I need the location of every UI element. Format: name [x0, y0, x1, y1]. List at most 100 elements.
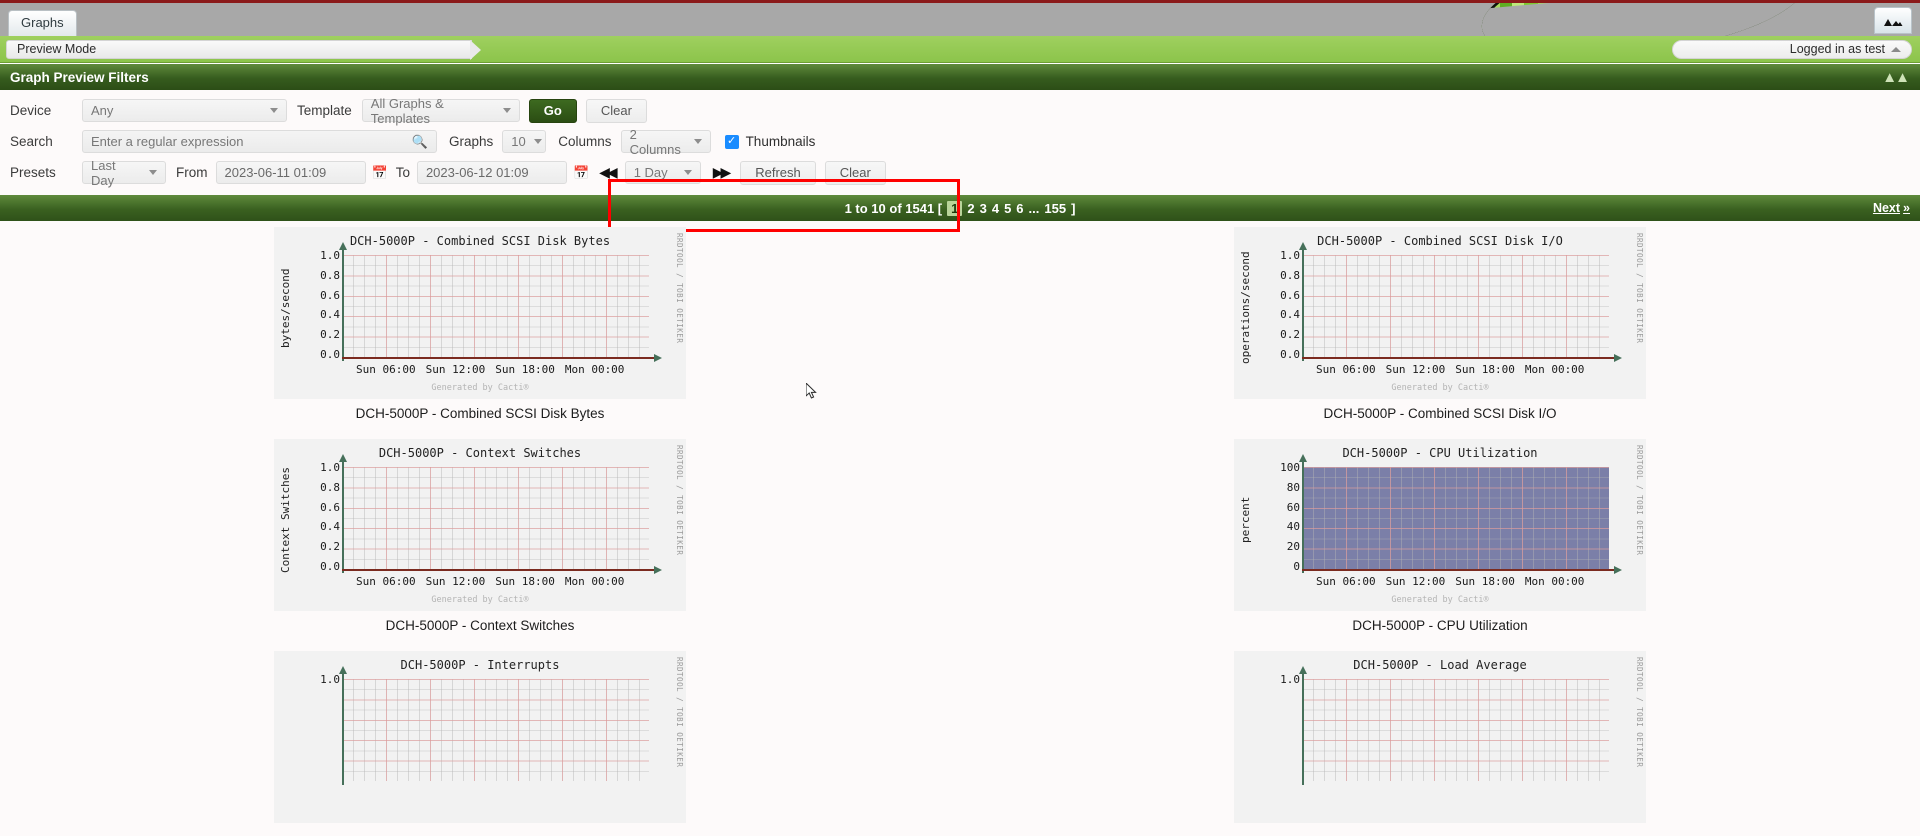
- graph-image-interrupts[interactable]: DCH-5000P - Interrupts RRDTOOL / TOBI OE…: [274, 651, 686, 823]
- graph-row: DCH-5000P - Interrupts RRDTOOL / TOBI OE…: [0, 651, 1920, 823]
- refresh-button[interactable]: Refresh: [740, 160, 816, 185]
- shift-forward-icon[interactable]: ▶▶: [709, 164, 733, 181]
- x-tick: Mon 00:00: [564, 575, 625, 588]
- y-tick: 0.4: [1280, 308, 1300, 322]
- thumbnails-checkbox[interactable]: ✓: [724, 134, 739, 149]
- x-tick: Sun 18:00: [495, 363, 555, 376]
- user-menu[interactable]: Logged in as test: [1672, 39, 1912, 59]
- from-label: From: [176, 165, 208, 180]
- graphs-count-label: Graphs: [449, 134, 494, 149]
- x-tick: Mon 00:00: [564, 363, 625, 376]
- y-tick: 0.0: [320, 559, 340, 573]
- graph-gridlines: [342, 467, 649, 569]
- go-button[interactable]: Go: [528, 98, 577, 123]
- page-link-current[interactable]: 1: [947, 200, 963, 216]
- pagination-close-bracket: ]: [1071, 200, 1076, 216]
- page-link-6[interactable]: 6: [1016, 201, 1023, 216]
- page-link-2[interactable]: 2: [967, 201, 974, 216]
- search-input[interactable]: Enter a regular expression 🔍: [82, 130, 437, 153]
- rrdtool-watermark: RRDTOOL / TOBI OETIKER: [1635, 657, 1644, 768]
- calendar-icon[interactable]: 📅: [372, 165, 388, 181]
- columns-select[interactable]: 2 Columns: [620, 127, 711, 157]
- device-select[interactable]: Any: [82, 99, 287, 122]
- filters-panel-title: Graph Preview Filters: [10, 69, 149, 85]
- template-select-value: All Graphs & Templates: [370, 95, 444, 126]
- page-link-last[interactable]: 155: [1044, 201, 1066, 216]
- graph-caption[interactable]: DCH-5000P - CPU Utilization: [1352, 618, 1527, 633]
- shift-back-icon[interactable]: ◀◀: [595, 164, 619, 181]
- graph-gridlines: [1302, 467, 1609, 569]
- graph-y-axis: [339, 666, 347, 785]
- filters-body: Device Any Template All Graphs & Templat…: [0, 90, 1920, 195]
- graph-y-axis: [339, 242, 347, 361]
- search-input-placeholder: Enter a regular expression: [91, 134, 244, 149]
- graph-y-axis-label: Context Switches: [279, 467, 292, 573]
- graph-image-context-switches[interactable]: DCH-5000P - Context Switches RRDTOOL / T…: [274, 439, 686, 611]
- x-tick: Sun 06:00: [356, 363, 416, 376]
- graph-title: DCH-5000P - Combined SCSI Disk Bytes: [349, 234, 611, 248]
- graph-x-ticks: Sun 06:00 Sun 12:00 Sun 18:00 Mon 00:00: [342, 575, 654, 588]
- filter-row-device: Device Any Template All Graphs & Templat…: [10, 95, 1910, 126]
- tab-bar: Graphs: [0, 3, 1920, 36]
- graph-y-axis-label: percent: [1239, 496, 1252, 544]
- graph-grid: DCH-5000P - Combined SCSI Disk Bytes RRD…: [0, 221, 1920, 823]
- collapse-panel-icon[interactable]: ▲▲: [1882, 69, 1910, 86]
- graph-x-axis: [342, 354, 662, 362]
- graph-image-cpu-utilization[interactable]: DCH-5000P - CPU Utilization RRDTOOL / TO…: [1234, 439, 1646, 611]
- clear-dates-button[interactable]: Clear: [824, 160, 886, 185]
- graph-cell: DCH-5000P - Context Switches RRDTOOL / T…: [0, 439, 960, 651]
- graphs-count-select[interactable]: 10: [502, 130, 547, 153]
- search-icon[interactable]: 🔍: [412, 134, 428, 150]
- y-tick: 0.8: [1280, 268, 1300, 282]
- chevron-down-icon: [533, 139, 542, 144]
- graph-image-disk-bytes[interactable]: DCH-5000P - Combined SCSI Disk Bytes RRD…: [274, 227, 686, 399]
- y-tick: 1.0: [1280, 673, 1300, 686]
- rrdtool-watermark: RRDTOOL / TOBI OETIKER: [1635, 233, 1644, 344]
- page-link-4[interactable]: 4: [992, 201, 999, 216]
- search-label: Search: [10, 134, 53, 149]
- next-page-link[interactable]: Next »: [1873, 201, 1910, 215]
- graph-view-icon[interactable]: [1874, 7, 1912, 34]
- graph-x-axis: [1302, 566, 1622, 574]
- y-tick: 100: [1280, 461, 1300, 474]
- graph-footer-credit: Generated by Cacti®: [1391, 383, 1489, 393]
- y-tick: 0.4: [320, 520, 340, 534]
- x-tick: Sun 12:00: [1385, 575, 1446, 588]
- graph-title: DCH-5000P - Context Switches: [378, 446, 582, 460]
- y-tick: 0.6: [1280, 288, 1300, 302]
- thumbnails-toggle[interactable]: ✓ Thumbnails: [724, 134, 815, 149]
- rrdtool-watermark: RRDTOOL / TOBI OETIKER: [675, 445, 684, 556]
- clear-button[interactable]: Clear: [585, 98, 647, 123]
- tab-graphs[interactable]: Graphs: [8, 10, 77, 36]
- graph-y-ticks: 1.0: [296, 673, 340, 693]
- y-tick: 0.8: [320, 268, 340, 282]
- graph-y-ticks: 1.0: [1256, 673, 1300, 693]
- graph-cell: DCH-5000P - Interrupts RRDTOOL / TOBI OE…: [0, 651, 960, 823]
- pagination-ellipsis: ...: [1028, 200, 1040, 216]
- breadcrumb[interactable]: Preview Mode: [6, 39, 481, 60]
- page-link-5[interactable]: 5: [1004, 201, 1011, 216]
- graph-image-disk-io[interactable]: DCH-5000P - Combined SCSI Disk I/O RRDTO…: [1234, 227, 1646, 399]
- presets-select[interactable]: Last Day: [82, 158, 166, 188]
- graph-caption[interactable]: DCH-5000P - Context Switches: [386, 618, 575, 633]
- graph-cell: DCH-5000P - CPU Utilization RRDTOOL / TO…: [960, 439, 1920, 651]
- template-select[interactable]: All Graphs & Templates: [361, 96, 520, 126]
- graph-x-axis: [342, 566, 662, 574]
- chevron-up-icon: [1891, 46, 1901, 52]
- interval-select[interactable]: 1 Day: [624, 161, 701, 184]
- page-link-3[interactable]: 3: [980, 201, 987, 216]
- y-tick: 20: [1286, 540, 1300, 554]
- graph-footer-credit: Generated by Cacti®: [1391, 595, 1489, 605]
- y-tick: 0.6: [320, 500, 340, 514]
- graph-x-ticks: Sun 06:00 Sun 12:00 Sun 18:00 Mon 00:00: [342, 363, 654, 376]
- to-date-input[interactable]: 2023-06-12 01:09: [416, 161, 567, 184]
- calendar-icon[interactable]: 📅: [573, 165, 589, 181]
- rrdtool-watermark: RRDTOOL / TOBI OETIKER: [1635, 445, 1644, 556]
- graph-x-ticks: Sun 06:00 Sun 12:00 Sun 18:00 Mon 00:00: [1302, 363, 1614, 376]
- graph-image-load-average[interactable]: DCH-5000P - Load Average RRDTOOL / TOBI …: [1234, 651, 1646, 823]
- chevron-down-icon: [270, 108, 278, 113]
- graph-caption[interactable]: DCH-5000P - Combined SCSI Disk I/O: [1323, 406, 1556, 421]
- graph-caption[interactable]: DCH-5000P - Combined SCSI Disk Bytes: [356, 406, 605, 421]
- filters-panel-header[interactable]: Graph Preview Filters ▲▲: [0, 63, 1920, 90]
- from-date-input[interactable]: 2023-06-11 01:09: [215, 161, 366, 184]
